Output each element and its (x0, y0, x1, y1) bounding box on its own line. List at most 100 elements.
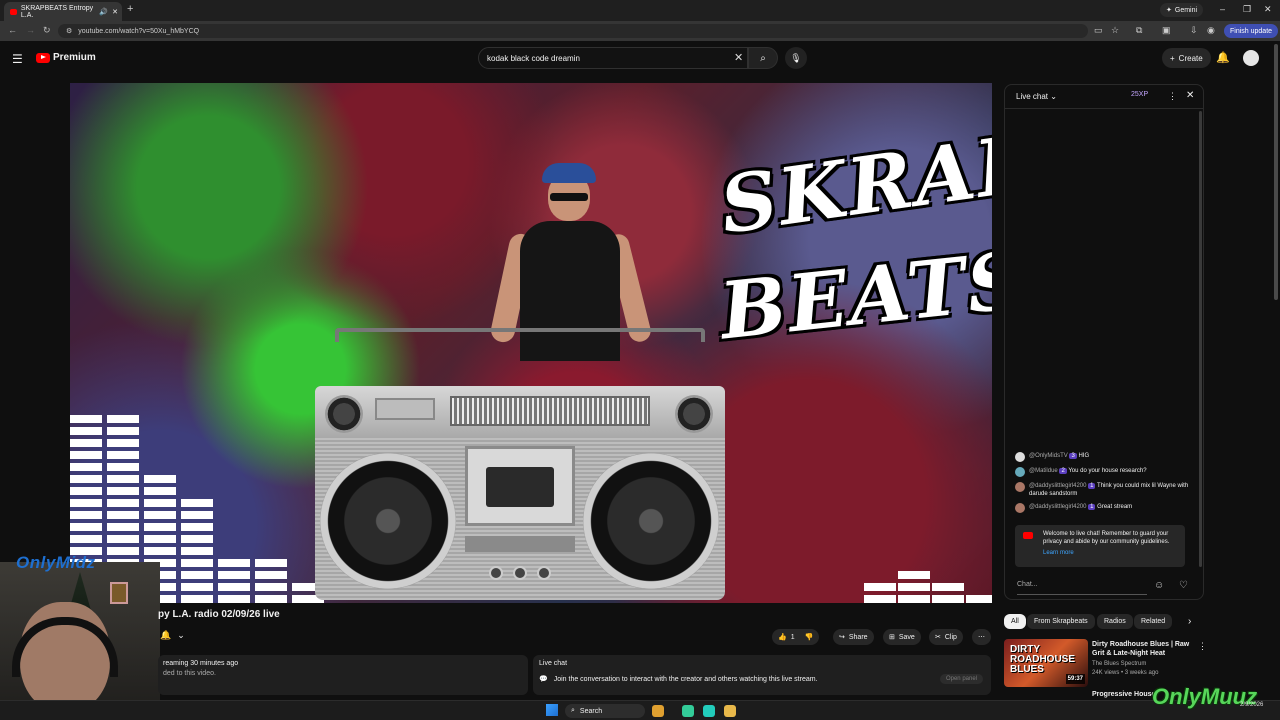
equalizer-segment (181, 523, 213, 531)
boombox-tuner (450, 396, 650, 426)
notification-bell-icon[interactable]: 🔔 (160, 630, 171, 641)
equalizer-column (255, 559, 287, 603)
video-player[interactable]: SKRAP BEATS (70, 83, 992, 603)
learn-more-link[interactable]: Learn more (1043, 549, 1179, 557)
chrome-icon[interactable] (682, 705, 694, 717)
skrapbeats-logo: SKRAP BEATS (715, 117, 992, 383)
xp-badge[interactable]: 25XP (1131, 91, 1148, 98)
boombox-speaker-left (320, 453, 456, 589)
forward-arrow-icon[interactable]: → (26, 25, 35, 35)
equalizer-segment (255, 559, 287, 567)
split-view-icon[interactable]: ▣ (1162, 25, 1171, 36)
boombox-knob (489, 566, 503, 580)
chat-mode-dropdown[interactable]: Live chat ⌄ (1016, 92, 1057, 101)
chevron-down-icon: ⌄ (1050, 92, 1057, 101)
reload-icon[interactable]: ↻ (43, 25, 51, 36)
gemini-sparkle-icon: ✦ (1166, 7, 1172, 14)
avatar[interactable] (1015, 503, 1025, 513)
close-chat-icon[interactable]: ✕ (1186, 90, 1194, 101)
chip-related[interactable]: Related (1134, 614, 1173, 629)
extensions-icon[interactable]: ⧉ (1136, 25, 1142, 36)
tab-audio-icon[interactable]: 🔊 (99, 8, 108, 16)
youtube-logo[interactable]: Premium (36, 52, 96, 63)
chip-radios[interactable]: Radios (1097, 614, 1133, 629)
thumbnail-text: DIRTY ROADHOUSE BLUES (1010, 644, 1076, 675)
file-explorer-icon[interactable] (724, 705, 736, 717)
windows-start-icon[interactable] (546, 704, 558, 716)
equalizer-column (932, 583, 964, 603)
chat-input[interactable]: Chat... (1017, 581, 1147, 595)
new-tab-button[interactable]: + (127, 3, 133, 15)
search-input[interactable]: kodak black code dreamin (478, 47, 748, 69)
thumbs-up-icon: 👍 (778, 634, 787, 641)
microphone-icon: 🎙 (790, 52, 802, 63)
clip-button[interactable]: ✂ Clip (929, 629, 963, 645)
finish-update-button[interactable]: Finish update (1224, 24, 1279, 38)
profile-icon[interactable]: ◉ (1207, 25, 1215, 36)
minimize-button[interactable]: – (1220, 4, 1225, 14)
notifications-bell-icon[interactable]: 🔔 (1216, 51, 1230, 64)
chat-scrollbar[interactable] (1199, 111, 1202, 567)
equalizer-segment (144, 535, 176, 543)
heart-icon[interactable]: ♡ (1179, 580, 1188, 591)
chat-username[interactable]: @daddyslittlegirl4200 (1029, 483, 1086, 489)
video-duration: 59:37 (1065, 674, 1085, 684)
save-button[interactable]: ⊞ Save (883, 629, 921, 645)
taskbar-app-icon[interactable] (652, 705, 664, 717)
back-arrow-icon[interactable]: ← (8, 25, 17, 35)
description-box[interactable]: reaming 30 minutes ago ded to this video… (158, 655, 528, 695)
recommendation-title[interactable]: Progressive House (1092, 691, 1155, 698)
cast-icon[interactable]: ▭ (1094, 25, 1103, 36)
browser-tab-youtube[interactable]: SKRAPBEATS Entropy L.A. 🔊 ✕ (4, 2, 122, 21)
live-chat-box-title: Live chat (539, 660, 568, 667)
avatar[interactable] (1015, 452, 1025, 462)
boombox-tweeter-right (675, 395, 713, 433)
voice-search-button[interactable]: 🎙 (785, 47, 807, 69)
downloads-icon[interactable]: ⇩ (1190, 25, 1198, 36)
more-actions-button[interactable]: ⋯ (972, 629, 991, 645)
maximize-button[interactable]: ❐ (1243, 4, 1251, 15)
equalizer-segment (864, 595, 896, 603)
clear-search-icon[interactable]: ✕ (734, 51, 743, 64)
create-label: Create (1178, 53, 1203, 63)
avatar[interactable] (1015, 467, 1025, 477)
chevron-right-icon[interactable]: › (1188, 616, 1191, 627)
close-window-button[interactable]: ✕ (1264, 4, 1272, 15)
recommendation-title[interactable]: Dirty Roadhouse Blues | Raw Grit & Late-… (1092, 640, 1192, 658)
page-scrollbar[interactable] (1274, 44, 1278, 300)
search-button[interactable]: ⌕ (748, 47, 778, 69)
taskbar-app-icon[interactable] (703, 705, 715, 717)
recommendation-channel[interactable]: The Blues Spectrum (1092, 661, 1146, 667)
taskbar-search[interactable]: ⌕ Search (565, 704, 645, 718)
chip-all[interactable]: All (1004, 614, 1026, 629)
url-field[interactable]: ⚙ youtube.com/watch?v=50Xu_hMbYCQ (58, 24, 1088, 38)
like-button[interactable]: 👍 1 👎 (772, 629, 820, 645)
dj-sunglasses (550, 193, 588, 201)
equalizer-segment (181, 499, 213, 507)
bookmark-star-icon[interactable]: ☆ (1111, 25, 1119, 36)
emoji-icon[interactable]: ☺ (1154, 580, 1164, 591)
chevron-down-icon[interactable]: ⌄ (177, 630, 185, 641)
chip-from-skrapbeats[interactable]: From Skrapbeats (1027, 614, 1095, 629)
avatar[interactable] (1015, 482, 1025, 492)
share-button[interactable]: ↪ Share (833, 629, 874, 645)
equalizer-segment (144, 499, 176, 507)
equalizer-segment (70, 427, 102, 435)
avatar[interactable] (1243, 50, 1259, 66)
boombox-knobs (460, 558, 580, 588)
open-panel-button[interactable]: Open panel (939, 674, 983, 684)
chat-username[interactable]: @daddyslittlegirl4200 (1029, 504, 1086, 510)
equalizer-segment (107, 499, 139, 507)
chat-username[interactable]: @OnlyMidsTV (1029, 453, 1068, 459)
site-info-icon[interactable]: ⚙ (66, 27, 72, 35)
logo-line-1: SKRAP (714, 117, 992, 252)
hamburger-menu-icon[interactable]: ☰ (12, 52, 23, 66)
gemini-button[interactable]: ✦ Gemini (1160, 3, 1204, 17)
chat-options-icon[interactable]: ⋮ (1168, 91, 1177, 102)
tab-close-icon[interactable]: ✕ (112, 8, 118, 16)
thumbs-down-icon[interactable]: 👎 (805, 633, 814, 641)
recommendation-thumbnail[interactable]: DIRTY ROADHOUSE BLUES 59:37 (1004, 639, 1088, 687)
create-button[interactable]: + Create (1162, 48, 1211, 68)
more-options-icon[interactable]: ⋮ (1198, 641, 1207, 652)
chat-username[interactable]: @Matildue (1029, 468, 1058, 474)
